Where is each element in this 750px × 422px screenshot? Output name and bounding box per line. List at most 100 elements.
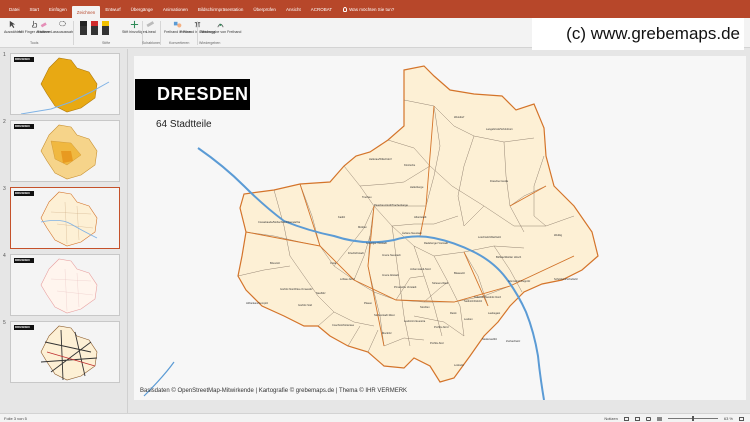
district-label: Prohlis-Süd	[430, 342, 444, 345]
slide-canvas[interactable]: DRESDEN 64 Stadtteile Langebrück/Schönbo…	[134, 56, 746, 400]
zoom-level[interactable]: 63 %	[724, 416, 733, 421]
district-label: Innere Neustadt	[382, 254, 401, 257]
thumbnail-number: 5	[3, 320, 6, 326]
thumbnail-map	[40, 325, 98, 381]
district-label: Schönfeld/Schullwitz	[554, 278, 578, 281]
district-label: Hellerberge	[410, 186, 424, 189]
add-pen-icon	[130, 20, 138, 29]
stencils-group-label: Schablonen	[142, 41, 161, 45]
district-label: Mickten	[358, 226, 367, 229]
slide-thumbnail-2[interactable]: DRESDEN	[10, 120, 120, 182]
thumbnail-map	[40, 124, 98, 180]
ruler-button[interactable]: Lineal	[146, 20, 156, 34]
district-label: Äußere Neustadt	[402, 232, 422, 235]
district-label: Cossebaude/Mobschatz/Oberwartha	[258, 221, 301, 224]
slide-subtitle[interactable]: 64 Stadtteile	[156, 119, 212, 130]
tell-me-text: Was möchten Sie tun?	[349, 6, 395, 12]
zoom-slider-handle[interactable]	[691, 416, 694, 421]
pen-black[interactable]	[80, 21, 87, 35]
district-label: Gönnsdorf/Pappritz	[508, 280, 531, 283]
tab-einfuegen[interactable]: Einfügen	[44, 0, 72, 18]
tab-datei[interactable]: Datei	[4, 0, 25, 18]
ink-replay-button[interactable]: Wiedergabe von Freihand	[200, 20, 241, 34]
district-label: Südvorstadt-West	[374, 314, 395, 317]
tab-uebergaenge[interactable]: Übergänge	[126, 0, 158, 18]
notes-button[interactable]: Notizen	[604, 416, 618, 421]
slide-thumbnail-4[interactable]: DRESDEN	[10, 254, 120, 316]
tab-ueberpruefen[interactable]: Überprüfen	[248, 0, 281, 18]
district-label: Trachau	[362, 196, 372, 199]
slide-thumbnail-panel[interactable]: 1 DRESDEN 2 DRESDEN 3 DRESDEN 4 DRESDEN …	[0, 49, 128, 413]
district-label: Innere Altstadt	[382, 274, 399, 277]
district-label: Strehlen	[420, 306, 430, 309]
lasso-label: Lassoauswahl	[51, 30, 74, 34]
tab-zeichnen[interactable]: Zeichnen	[71, 6, 101, 18]
slide-thumbnail-3[interactable]: DRESDEN	[10, 187, 120, 249]
district-label: Leubnitz-Neuostra	[404, 320, 426, 323]
pen-red[interactable]	[91, 21, 98, 35]
ribbon-tab-bar: Datei Start Einfügen Zeichnen Entwurf Üb…	[0, 0, 750, 18]
replay-group-label: Wiedergeben	[199, 41, 221, 45]
district-label: Leipziger Vorstadt	[366, 242, 387, 245]
status-bar: Folie 3 von 5 Notizen 63 %	[0, 413, 750, 422]
district-label: Bühlau/Weißer Hirsch	[496, 256, 522, 259]
thumbnail-map	[40, 191, 98, 247]
tell-me-box[interactable]: Was möchten Sie tun?	[343, 6, 395, 12]
slide-thumbnail-5[interactable]: DRESDEN	[10, 321, 120, 383]
district-label: Gorbitz-Nord/Neu-Omsewitz	[280, 288, 313, 291]
district-label: Weixdorf	[454, 116, 465, 119]
district-label: Gorbitz-Süd	[298, 304, 312, 307]
tab-acrobat[interactable]: ACROBAT	[306, 0, 337, 18]
zoom-slider[interactable]	[667, 416, 718, 421]
thumbnail-map	[40, 258, 98, 314]
district-label: Klotzsche	[404, 164, 416, 167]
district-label: Niedersedlitz	[482, 338, 497, 341]
slide-footer-attribution[interactable]: Basisdaten © OpenStreetMap-Mitwirkende |…	[140, 388, 407, 394]
thumbnail-number: 1	[3, 52, 6, 58]
district-label: Briesnitz	[270, 262, 280, 265]
tab-start[interactable]: Start	[25, 0, 45, 18]
district-label: Mockritz	[382, 332, 392, 335]
district-label: Radeberger Vorstadt	[424, 242, 448, 245]
add-pen-button[interactable]: Stift hinzufügen	[122, 20, 147, 34]
status-right: Notizen 63 %	[604, 416, 744, 421]
district-label: Altfranken/Gompitz	[246, 302, 269, 305]
eraser-label: Radierer	[37, 30, 51, 34]
slide-title[interactable]: DRESDEN	[135, 79, 250, 110]
tab-animationen[interactable]: Animationen	[158, 0, 193, 18]
district-label: Weißig	[554, 234, 563, 237]
district-label: Löbtau-Nord	[340, 278, 355, 281]
view-reading-icon[interactable]	[645, 416, 651, 421]
district-label: Zschachwitz	[506, 340, 521, 343]
eraser-button[interactable]: Radierer	[37, 20, 51, 34]
district-label: Kaditz	[338, 216, 346, 219]
district-label: Johannstadt-Nord	[410, 268, 431, 271]
district-label: Leuben	[464, 318, 473, 321]
district-label: Prohlis-Nord	[434, 326, 449, 329]
district-label: Striesen-West	[432, 282, 449, 285]
thumbnail-number: 4	[3, 253, 6, 259]
thumbnail-map	[20, 57, 110, 114]
ribbon-separator	[160, 21, 161, 45]
view-sorter-icon[interactable]	[634, 416, 640, 421]
pen-yellow[interactable]	[102, 21, 109, 35]
ruler-label: Lineal	[146, 30, 156, 34]
slideshow-icon[interactable]	[656, 416, 662, 421]
tab-ansicht[interactable]: Ansicht	[281, 0, 306, 18]
slide-thumbnail-1[interactable]: DRESDEN	[10, 53, 120, 115]
tab-entwurf[interactable]: Entwurf	[100, 0, 125, 18]
lasso-icon	[58, 21, 66, 27]
lasso-button[interactable]: Lassoauswahl	[51, 20, 74, 34]
district-label: Seidnitz/Dobritz	[464, 300, 483, 303]
view-normal-icon[interactable]	[623, 416, 629, 421]
district-label: Pirnaische Vorstadt	[394, 286, 417, 289]
replay-icon	[217, 23, 224, 28]
fit-to-window-icon[interactable]	[739, 416, 744, 421]
tab-bildschirmpraesentation[interactable]: Bildschirmpräsentation	[193, 0, 249, 18]
district-label: Laubegast	[488, 312, 501, 315]
district-label: Albertstadt	[414, 216, 427, 219]
district-label: Loschwitz/Wachwitz	[478, 236, 502, 239]
district-label: Naußlitz	[316, 292, 326, 295]
watermark-text: (c) www.grebemaps.de	[532, 18, 744, 50]
district-label: Lockwitz	[454, 364, 464, 367]
